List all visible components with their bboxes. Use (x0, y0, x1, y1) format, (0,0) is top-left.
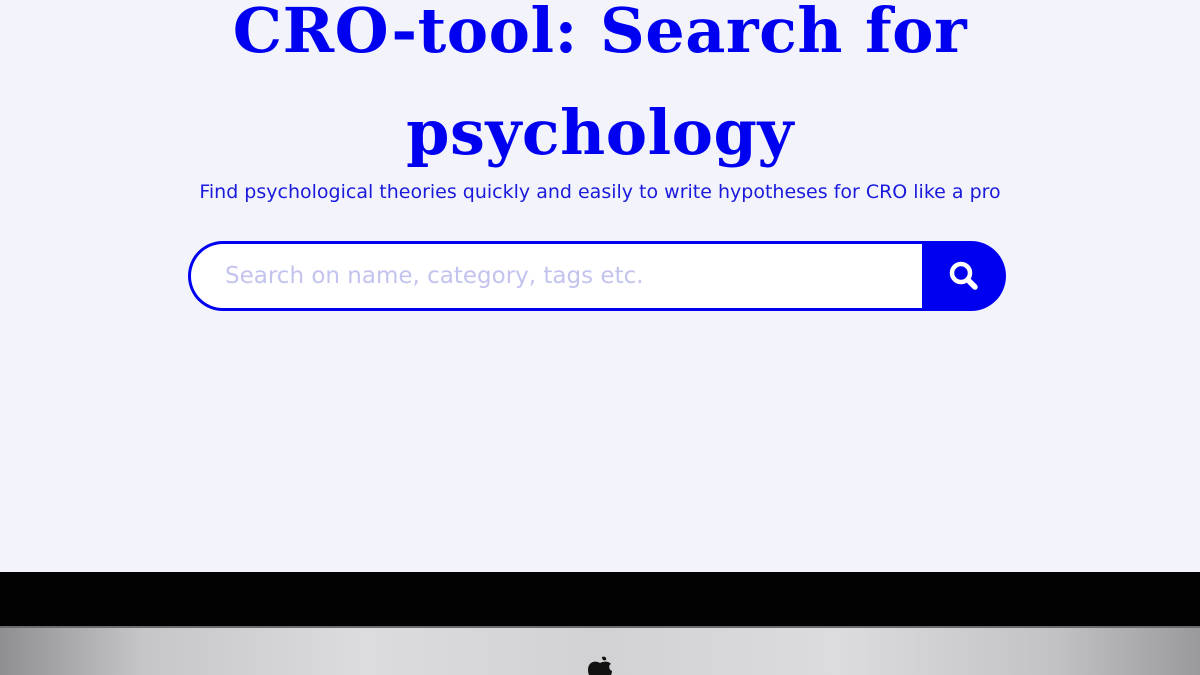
apple-logo-icon (588, 656, 612, 675)
page-title: CRO-tool: Search for psychology (0, 0, 1200, 184)
search-form (188, 241, 1006, 311)
page-subtitle: Find psychological theories quickly and … (199, 181, 1001, 203)
search-input[interactable] (188, 241, 924, 311)
page-title-line-2: psychology (406, 96, 794, 169)
search-button[interactable] (922, 241, 1006, 311)
monitor-bezel (0, 572, 1200, 626)
monitor-screen: CRO-tool: Search for psychology Find psy… (0, 0, 1200, 572)
page-title-line-1: CRO-tool: Search for (232, 0, 968, 67)
monitor-chin (0, 626, 1200, 675)
search-icon (949, 261, 978, 290)
